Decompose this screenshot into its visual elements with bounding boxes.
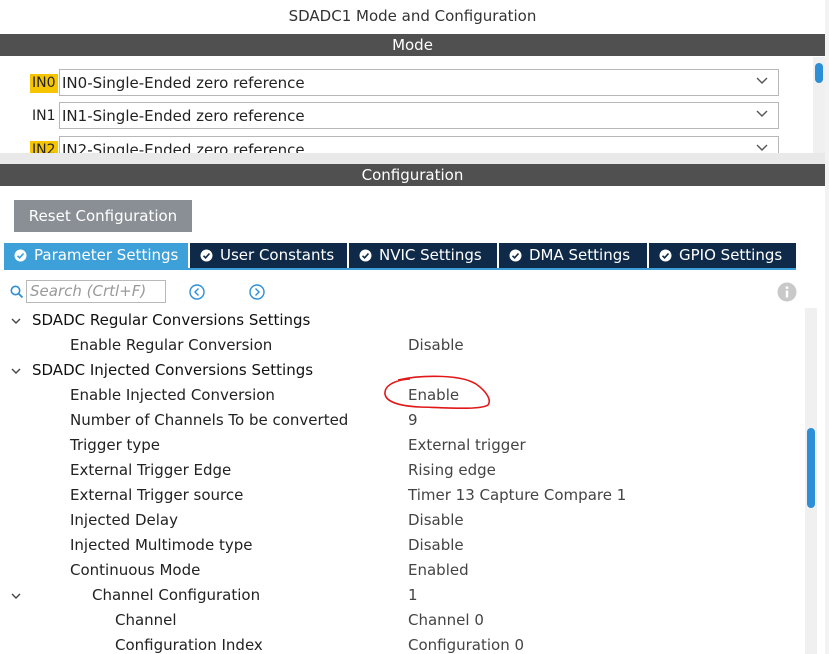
- param-value[interactable]: 1: [408, 583, 418, 608]
- param-label: Channel Configuration: [92, 586, 261, 604]
- param-label: Enable Regular Conversion: [70, 336, 273, 354]
- check-circle-icon: [659, 249, 672, 262]
- group-label: SDADC Regular Conversions Settings: [32, 311, 311, 329]
- mode-scrollbar[interactable]: [813, 57, 825, 153]
- mode-row-in1: IN1 IN1-Single-Ended zero reference: [30, 102, 790, 130]
- group-label: SDADC Injected Conversions Settings: [32, 361, 314, 379]
- expand-chevron-icon[interactable]: [10, 315, 22, 327]
- param-row[interactable]: Configuration Index Configuration 0: [0, 633, 805, 654]
- search-input[interactable]: Search (Crtl+F): [26, 280, 166, 303]
- next-circle-icon[interactable]: [249, 284, 265, 300]
- tab-underline: [4, 268, 796, 270]
- param-label: Channel: [115, 611, 177, 629]
- param-label: External Trigger source: [70, 486, 244, 504]
- scrollbar-thumb[interactable]: [815, 63, 823, 83]
- expand-chevron-icon[interactable]: [10, 365, 22, 377]
- in0-mode-select[interactable]: IN0-Single-Ended zero reference: [59, 69, 779, 96]
- param-row[interactable]: Continuous Mode Enabled: [0, 558, 805, 583]
- tab-label: Parameter Settings: [34, 246, 179, 264]
- param-label: Number of Channels To be converted: [70, 411, 349, 429]
- param-label: Injected Delay: [70, 511, 178, 529]
- search-icon: [10, 285, 24, 299]
- tab-user-constants[interactable]: User Constants: [190, 243, 347, 268]
- in2-mode-select[interactable]: IN2-Single-Ended zero reference: [59, 136, 779, 153]
- mode-section-bar[interactable]: Mode: [0, 34, 825, 56]
- param-row[interactable]: Injected Multimode type Disable: [0, 533, 805, 558]
- expand-chevron-icon[interactable]: [10, 590, 22, 602]
- window-title: SDADC1 Mode and Configuration: [288, 7, 537, 25]
- check-circle-icon: [14, 249, 27, 262]
- param-row[interactable]: Enable Regular Conversion Disable: [0, 333, 805, 358]
- param-value[interactable]: Disable: [408, 508, 464, 533]
- info-icon[interactable]: [777, 282, 797, 302]
- param-value[interactable]: Enabled: [408, 558, 469, 583]
- chevron-down-icon: [756, 144, 768, 151]
- scrollbar-thumb[interactable]: [807, 428, 815, 508]
- pin-label-in2: IN2: [30, 141, 58, 153]
- tab-dma-settings[interactable]: DMA Settings: [499, 243, 647, 268]
- param-label: External Trigger Edge: [70, 461, 232, 479]
- tab-parameter-settings[interactable]: Parameter Settings: [4, 243, 188, 268]
- mode-row-in2: IN2 IN2-Single-Ended zero reference: [30, 136, 790, 153]
- param-value[interactable]: Enable: [408, 383, 459, 408]
- param-row[interactable]: External Trigger Edge Rising edge: [0, 458, 805, 483]
- window-edge: [825, 0, 829, 654]
- select-value: IN1-Single-Ended zero reference: [62, 107, 305, 125]
- param-value[interactable]: Channel 0: [408, 608, 484, 633]
- reset-configuration-button[interactable]: Reset Configuration: [14, 200, 192, 232]
- param-label: Trigger type: [70, 436, 161, 454]
- chevron-down-icon: [756, 77, 768, 84]
- param-row[interactable]: Injected Delay Disable: [0, 508, 805, 533]
- param-value[interactable]: Timer 13 Capture Compare 1: [408, 483, 626, 508]
- parameters-scrollbar[interactable]: [805, 308, 817, 654]
- param-row[interactable]: Trigger type External trigger: [0, 433, 805, 458]
- param-value[interactable]: Disable: [408, 533, 464, 558]
- param-value[interactable]: Configuration 0: [408, 633, 524, 654]
- tab-label: NVIC Settings: [379, 246, 482, 264]
- prev-circle-icon[interactable]: [189, 284, 205, 300]
- tab-nvic-settings[interactable]: NVIC Settings: [349, 243, 497, 268]
- param-label: Enable Injected Conversion: [70, 386, 275, 404]
- param-row[interactable]: Number of Channels To be converted 9: [0, 408, 805, 433]
- param-label: Configuration Index: [115, 636, 263, 654]
- param-row[interactable]: Channel Channel 0: [0, 608, 805, 633]
- check-circle-icon: [200, 249, 213, 262]
- group-regular-conversions[interactable]: SDADC Regular Conversions Settings: [0, 308, 805, 333]
- param-label: Injected Multimode type: [70, 536, 253, 554]
- group-injected-conversions[interactable]: SDADC Injected Conversions Settings: [0, 358, 805, 383]
- param-label: Continuous Mode: [70, 561, 201, 579]
- param-value[interactable]: 9: [408, 408, 418, 433]
- tab-label: User Constants: [220, 246, 335, 264]
- param-row[interactable]: External Trigger source Timer 13 Capture…: [0, 483, 805, 508]
- tab-label: GPIO Settings: [679, 246, 783, 264]
- param-value[interactable]: Rising edge: [408, 458, 496, 483]
- in1-mode-select[interactable]: IN1-Single-Ended zero reference: [59, 102, 779, 129]
- mode-panel: IN0 IN0-Single-Ended zero reference IN1 …: [0, 57, 812, 153]
- tab-label: DMA Settings: [529, 246, 631, 264]
- mode-row-in0: IN0 IN0-Single-Ended zero reference: [30, 69, 790, 97]
- pin-label-in1: IN1: [32, 108, 56, 124]
- tab-gpio-settings[interactable]: GPIO Settings: [649, 243, 796, 268]
- check-circle-icon: [509, 249, 522, 262]
- parameter-tree: SDADC Regular Conversions Settings Enabl…: [0, 308, 805, 654]
- group-channel-configuration[interactable]: Channel Configuration 1: [0, 583, 805, 608]
- pin-label-in0: IN0: [30, 74, 58, 93]
- check-circle-icon: [359, 249, 372, 262]
- configuration-section-bar[interactable]: Configuration: [0, 164, 825, 186]
- param-row[interactable]: Enable Injected Conversion Enable: [0, 383, 805, 408]
- select-value: IN0-Single-Ended zero reference: [62, 74, 305, 92]
- select-value: IN2-Single-Ended zero reference: [62, 141, 305, 153]
- param-value[interactable]: Disable: [408, 333, 464, 358]
- param-value[interactable]: External trigger: [408, 433, 526, 458]
- chevron-down-icon: [756, 110, 768, 117]
